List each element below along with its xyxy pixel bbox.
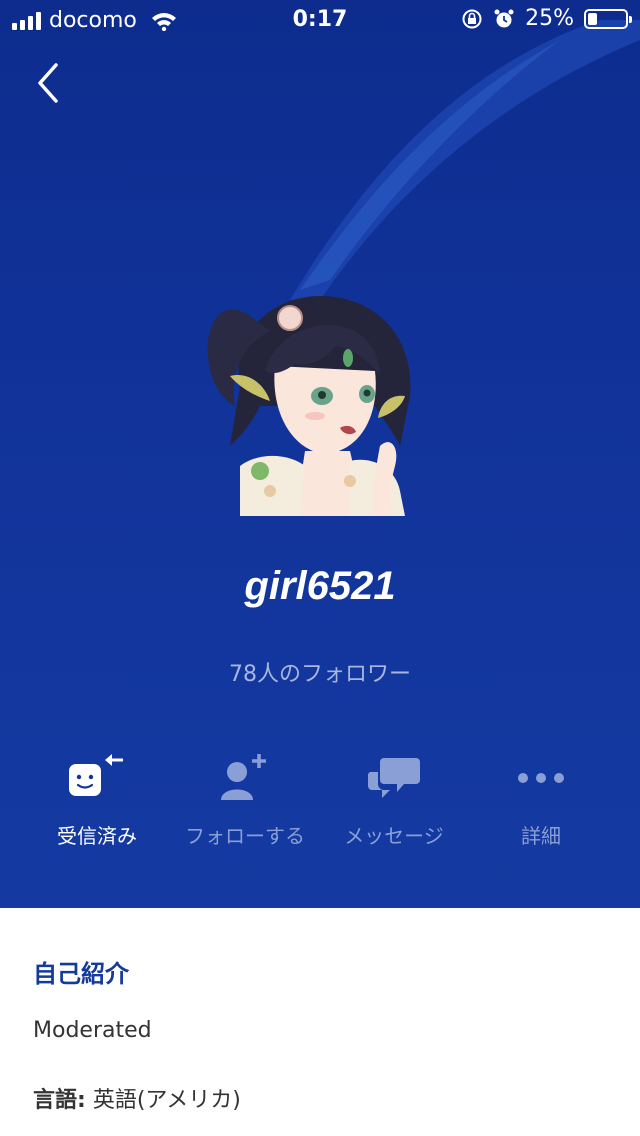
orientation-lock-icon [462,9,482,28]
more-label: 詳細 [521,824,561,848]
bio-title: 自己紹介 [33,960,129,988]
battery-percentage: 25% [525,6,574,31]
alarm-icon [494,9,514,27]
signal-strength-icon [12,11,41,30]
received-label: 受信済み [57,824,137,848]
profile-header: docomo 0:17 25% girl6521 78人のフォロワー 受信済み … [0,0,640,908]
follower-count[interactable]: 78人のフォロワー [0,656,640,688]
follow-button[interactable]: フォローする [170,748,320,858]
more-icon [518,773,564,783]
more-button[interactable]: 詳細 [466,748,616,858]
bio-section: 自己紹介 Moderated 言語: 英語(アメリカ) [0,908,640,1136]
message-icon [367,758,420,798]
battery-fill [588,12,597,25]
language-label: 言語: [33,1088,86,1113]
follow-label: フォローする [185,824,305,848]
message-label: メッセージ [344,824,444,848]
language-value: 英語(アメリカ) [92,1088,241,1113]
bio-text: Moderated [33,1018,152,1043]
language-row: 言語: 英語(アメリカ) [33,1082,241,1114]
avatar [207,296,411,516]
received-icon [69,754,123,796]
status-bar: docomo 0:17 25% [0,0,640,40]
follow-icon [221,754,266,800]
action-bar: 受信済み フォローする メッセージ 詳細 [0,748,640,858]
carrier-name: docomo [49,8,137,33]
battery-icon [584,8,632,29]
back-button[interactable] [30,60,70,106]
message-button[interactable]: メッセージ [319,748,469,858]
wifi-icon [151,12,176,31]
username: girl6521 [244,564,396,608]
received-button[interactable]: 受信済み [22,748,172,858]
